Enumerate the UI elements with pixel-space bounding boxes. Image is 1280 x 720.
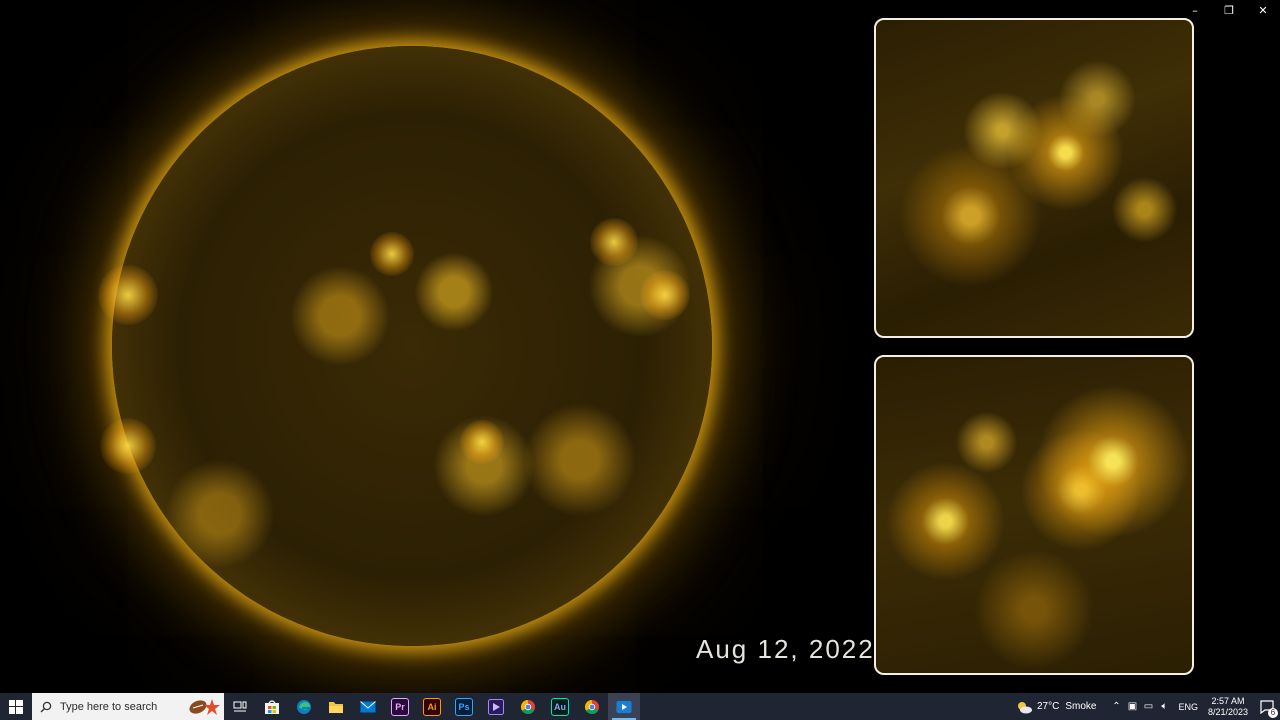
close-button[interactable]: ✕ [1246, 0, 1280, 22]
weather-icon [1017, 701, 1032, 713]
flare-highlight [370, 232, 414, 276]
notification-button[interactable]: 6 [1254, 693, 1280, 720]
meet-now-icon[interactable]: ▣ [1124, 701, 1140, 712]
task-view-icon [233, 701, 247, 711]
volume-icon[interactable]: 🔈︎ [1156, 701, 1172, 712]
window-controls: – ❐ ✕ [1178, 0, 1280, 22]
taskbar-app-premiere-pro[interactable]: Pr [384, 693, 416, 720]
date-label: Aug 12, 2022 [696, 634, 875, 664]
system-tray: 27°C Smoke ⌃ ▣ ▭ 🔈︎ ENG 2:57 AM 8/21/202… [1015, 693, 1280, 720]
search-placeholder: Type here to search [60, 700, 158, 713]
clock[interactable]: 2:57 AM 8/21/2023 [1208, 696, 1248, 718]
search-icon [40, 701, 52, 712]
clock-date: 8/21/2023 [1207, 706, 1248, 717]
media-player-icon [616, 700, 632, 713]
taskbar-app-active[interactable] [608, 693, 640, 720]
taskbar-app-chrome[interactable] [512, 693, 544, 720]
video-editor-icon [488, 698, 504, 715]
weather-widget[interactable]: 27°C Smoke [1015, 700, 1096, 714]
task-view-button[interactable] [224, 693, 256, 720]
network-icon[interactable]: ▭ [1140, 701, 1156, 712]
start-button[interactable] [0, 693, 32, 720]
windows-icon [9, 699, 23, 714]
taskbar-app-video-editor[interactable] [480, 693, 512, 720]
taskbar-app-file-explorer[interactable] [320, 693, 352, 720]
mail-icon [360, 700, 376, 712]
flare-highlight [460, 420, 504, 464]
store-icon [265, 699, 279, 714]
search-box[interactable]: Type here to search [32, 693, 224, 720]
search-highlight-icon [189, 699, 220, 715]
audition-icon: Au [551, 697, 569, 716]
folder-icon [329, 701, 343, 713]
minimize-button[interactable]: – [1178, 0, 1212, 22]
zoom-inset-bottom [874, 355, 1194, 675]
taskbar-app-edge[interactable] [288, 693, 320, 720]
taskbar-app-photoshop[interactable]: Ps [448, 693, 480, 720]
chrome-icon [585, 699, 599, 714]
flare-highlight [100, 418, 156, 474]
edge-icon [297, 699, 311, 714]
weather-temp: 27°C [1036, 701, 1060, 712]
flare-highlight [640, 270, 690, 320]
photoshop-icon: Ps [455, 697, 473, 716]
taskbar-app-mail[interactable] [352, 693, 384, 720]
taskbar-app-illustrator[interactable]: Ai [416, 693, 448, 720]
flare-highlight [98, 265, 158, 325]
video-frame: Aug 12, 2022 – ❐ ✕ [0, 0, 1280, 693]
premiere-icon: Pr [391, 697, 409, 716]
flare-highlight [590, 218, 638, 266]
taskbar-app-audition[interactable]: Au [544, 693, 576, 720]
taskbar-app-chrome-2[interactable] [576, 693, 608, 720]
language-indicator[interactable]: ENG [1178, 702, 1198, 712]
zoom-inset-top [874, 18, 1194, 338]
taskbar-app-store[interactable] [256, 693, 288, 720]
clock-time: 2:57 AM [1211, 695, 1245, 706]
weather-condition: Smoke [1065, 701, 1097, 712]
chevron-up-icon[interactable]: ⌃ [1108, 701, 1124, 712]
restore-button[interactable]: ❐ [1212, 0, 1246, 22]
sun-image [112, 46, 712, 646]
chrome-icon [521, 699, 535, 714]
taskbar: Type here to search Pr Ai Ps Au 27°C Smo… [0, 693, 1280, 720]
illustrator-icon: Ai [423, 697, 441, 716]
notification-count: 6 [1268, 708, 1278, 718]
